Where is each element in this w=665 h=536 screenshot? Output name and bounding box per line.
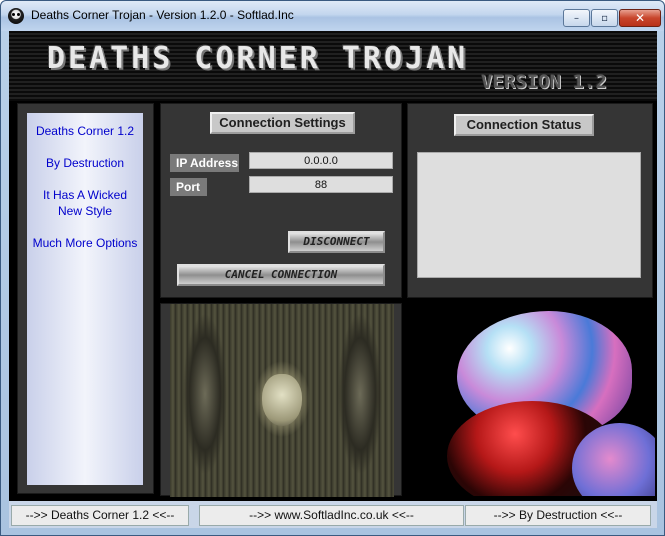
client-area: DEATHS CORNER TROJAN VERSION 1.2 Deaths … — [9, 31, 657, 528]
info-item: Much More Options — [32, 236, 138, 250]
minimize-button[interactable]: – — [563, 9, 590, 27]
biomechanical-artwork — [170, 304, 394, 497]
info-item: Deaths Corner 1.2 — [35, 124, 135, 138]
footer-link-deaths-corner[interactable]: -->> Deaths Corner 1.2 <<-- — [11, 505, 189, 526]
banner: DEATHS CORNER TROJAN VERSION 1.2 — [9, 31, 657, 101]
info-item: By Destruction — [45, 156, 125, 170]
skull-icon — [8, 8, 24, 24]
title-bar[interactable]: Deaths Corner Trojan - Version 1.2.0 - S… — [1, 1, 664, 31]
ip-address-input[interactable] — [249, 152, 393, 169]
close-icon: ✕ — [634, 11, 646, 25]
footer-link-destruction[interactable]: -->> By Destruction <<-- — [465, 505, 651, 526]
port-input[interactable] — [249, 176, 393, 193]
maximize-button[interactable]: ▫ — [591, 9, 618, 27]
maximize-icon: ▫ — [601, 12, 608, 24]
cancel-connection-button[interactable]: CANCEL CONNECTION — [177, 264, 385, 286]
window-title: Deaths Corner Trojan - Version 1.2.0 - S… — [31, 8, 294, 22]
close-button[interactable]: ✕ — [619, 9, 661, 27]
footer-link-website[interactable]: -->> www.SoftladInc.co.uk <<-- — [199, 505, 464, 526]
info-panel: Deaths Corner 1.2 By Destruction It Has … — [17, 103, 154, 494]
connection-status-title: Connection Status — [454, 114, 594, 136]
connection-settings-panel: Connection Settings IP Address Port DISC… — [160, 103, 402, 298]
connection-settings-title: Connection Settings — [210, 112, 355, 134]
fractal-brain-artwork — [407, 303, 655, 496]
connection-status-box — [417, 152, 641, 278]
ip-address-label: IP Address — [170, 154, 239, 172]
artwork-panel — [160, 303, 402, 497]
disconnect-button[interactable]: DISCONNECT — [288, 231, 385, 253]
port-label: Port — [170, 178, 207, 196]
minimize-icon: – — [574, 12, 579, 24]
connection-status-panel: Connection Status — [407, 103, 653, 298]
banner-title: DEATHS CORNER TROJAN — [47, 41, 469, 76]
info-item: It Has A Wicked New Style — [42, 188, 128, 218]
app-window: Deaths Corner Trojan - Version 1.2.0 - S… — [0, 0, 665, 536]
banner-version: VERSION 1.2 — [481, 71, 607, 93]
footer-bar: -->> Deaths Corner 1.2 <<-- -->> www.Sof… — [9, 501, 657, 528]
info-list: Deaths Corner 1.2 By Destruction It Has … — [27, 113, 143, 485]
